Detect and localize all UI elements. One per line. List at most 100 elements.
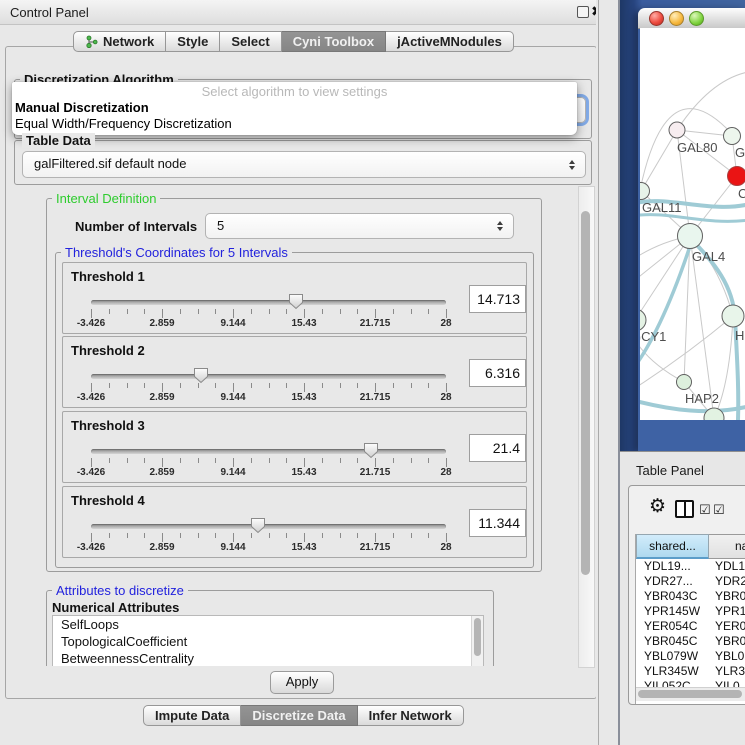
checkbox-icon[interactable]: ☑ (699, 502, 711, 518)
combo-arrows-icon (569, 160, 576, 170)
threshold-4-value-field[interactable] (469, 509, 526, 537)
list-scrollbar[interactable] (471, 616, 483, 666)
bottom-tabs: Impute Data Discretize Data Infer Networ… (143, 705, 464, 726)
table-row[interactable]: YPR145W YPR1 (636, 604, 745, 619)
float-window-icon[interactable] (577, 6, 589, 18)
node-gcy1[interactable] (640, 309, 646, 331)
tab-select[interactable]: Select (220, 31, 281, 52)
numerical-attributes-label: Numerical Attributes (52, 600, 179, 615)
slider-thumb[interactable] (250, 517, 266, 534)
threshold-1-panel: Threshold 1 -3.4262.8599.14415.4321.7152… (62, 262, 527, 334)
node-table: shared... na YDL19... YDL1 YDR27... YDR2 (635, 534, 745, 704)
threshold-1-slider[interactable]: -3.4262.8599.14415.4321.71528 (91, 263, 446, 333)
tab-network[interactable]: Network (73, 31, 166, 52)
table-row[interactable]: YER054C YER0 (636, 619, 745, 634)
table-scrollbar-thumb[interactable] (638, 690, 742, 698)
list-item[interactable]: TopologicalCoefficient (53, 633, 483, 650)
node-label-gcy1: GCY1 (640, 329, 666, 344)
threshold-2-slider[interactable]: -3.4262.8599.14415.4321.71528 (91, 337, 446, 407)
slider-tick-labels: -3.4262.8599.14415.4321.71528 (91, 542, 446, 554)
slider-thumb[interactable] (288, 293, 304, 310)
apply-button[interactable]: Apply (270, 671, 334, 694)
control-panel-tabs: Network Style Select Cyni Toolbox jActiv… (73, 31, 514, 52)
node-hap2[interactable] (677, 375, 692, 390)
settings-scrollbar-thumb[interactable] (581, 211, 590, 575)
tab-jactivemnodules[interactable]: jActiveMNodules (386, 31, 514, 52)
node-label-h: H (735, 328, 744, 343)
network-window-titlebar[interactable] (638, 8, 745, 29)
tab-discretize-data[interactable]: Discretize Data (241, 705, 357, 726)
slider-track[interactable] (91, 524, 446, 529)
slider-track[interactable] (91, 300, 446, 305)
table-row[interactable]: YDL19... YDL1 (636, 559, 745, 574)
tab-cyni-toolbox[interactable]: Cyni Toolbox (282, 31, 386, 52)
network-view-window[interactable]: GAL80 G C GAL11 GAL4 GCY1 H HAP2 (638, 8, 745, 451)
node-h[interactable] (722, 305, 744, 327)
column-header-name[interactable]: na (709, 534, 745, 559)
slider-thumb[interactable] (363, 442, 379, 459)
list-item[interactable]: SelfLoops (53, 616, 483, 633)
node-gal80[interactable] (669, 122, 685, 138)
number-of-intervals-combobox[interactable]: 5 (205, 213, 514, 239)
table-row[interactable]: YBR045C YBR0 (636, 634, 745, 649)
thresholds-group-label: Threshold's Coordinates for 5 Intervals (61, 245, 292, 260)
table-data-combobox[interactable]: galFiltered.sif default node (22, 151, 586, 178)
column-header-shared-name[interactable]: shared... (636, 534, 709, 559)
table-rows: YDL19... YDL1 YDR27... YDR2 YBR043C YBR0 (636, 559, 745, 694)
threshold-4-slider[interactable]: -3.4262.8599.14415.4321.71528 (91, 487, 446, 557)
threshold-3-slider[interactable]: -3.4262.8599.14415.4321.71528 (91, 412, 446, 482)
node-g[interactable] (724, 128, 741, 145)
table-panel-area: Table Panel ⚙ ☑ ☑ shared... na YDL19... … (620, 451, 745, 745)
table-row[interactable]: YBR043C YBR0 (636, 589, 745, 604)
threshold-1-value-field[interactable] (469, 285, 526, 313)
slider-track[interactable] (91, 449, 446, 454)
zoom-traffic-icon[interactable] (689, 11, 704, 26)
table-data-combobox-value: galFiltered.sif default node (34, 152, 186, 176)
popup-item-manual-discretization[interactable]: Manual Discretization (15, 100, 149, 115)
checkbox-icon[interactable]: ☑ (713, 502, 725, 518)
slider-thumb[interactable] (193, 367, 209, 384)
node-gal4[interactable] (678, 224, 703, 249)
table-horizontal-scrollbar[interactable] (636, 687, 745, 701)
threshold-3-value-field[interactable] (469, 434, 526, 462)
panel-divider[interactable] (596, 0, 620, 745)
table-row[interactable]: YLR345W YLR3 (636, 664, 745, 679)
attributes-group-label: Attributes to discretize (52, 583, 188, 598)
close-traffic-icon[interactable] (649, 11, 664, 26)
interval-definition-label: Interval Definition (52, 191, 160, 206)
popup-placeholder: Select algorithm to view settings (12, 84, 577, 99)
numerical-attributes-list[interactable]: SelfLoopsTopologicalCoefficientBetweenne… (52, 615, 484, 666)
table-panel-title: Table Panel (636, 463, 704, 478)
tab-infer-network[interactable]: Infer Network (358, 705, 464, 726)
number-of-intervals-label: Number of Intervals (75, 219, 197, 234)
columns-icon[interactable] (675, 500, 694, 518)
node-red-selected[interactable] (728, 167, 745, 186)
table-panel-box: ⚙ ☑ ☑ shared... na YDL19... YDL1 (628, 485, 745, 705)
table-row[interactable]: YBL079W YBL0 (636, 649, 745, 664)
tab-impute-data[interactable]: Impute Data (143, 705, 241, 726)
minimize-traffic-icon[interactable] (669, 11, 684, 26)
slider-tick-labels: -3.4262.8599.14415.4321.71528 (91, 392, 446, 404)
threshold-2-value-field[interactable] (469, 359, 526, 387)
number-of-intervals-value: 5 (217, 214, 224, 238)
slider-track[interactable] (91, 374, 446, 379)
gear-icon[interactable]: ⚙ (649, 495, 666, 518)
node-label-gal11: GAL11 (642, 200, 682, 215)
settings-scrollbar[interactable] (578, 186, 595, 668)
screen: Control Panel ✖ Network Style Select Cyn… (0, 0, 745, 745)
combo-arrows-icon (497, 221, 504, 231)
table-row[interactable]: YDR27... YDR2 (636, 574, 745, 589)
node-label-gal80: GAL80 (677, 140, 717, 155)
node-label-c: C (738, 186, 745, 201)
list-item[interactable]: BetweennessCentrality (53, 650, 483, 666)
threshold-3-panel: Threshold 3 -3.4262.8599.14415.4321.7152… (62, 411, 527, 483)
control-panel-titlebar: Control Panel ✖ (0, 0, 598, 25)
network-canvas[interactable]: GAL80 G C GAL11 GAL4 GCY1 H HAP2 (640, 28, 745, 420)
threshold-4-panel: Threshold 4 -3.4262.8599.14415.4321.7152… (62, 486, 527, 558)
popup-item-equal-width-frequency[interactable]: Equal Width/Frequency Discretization (15, 116, 232, 131)
divider-line (598, 0, 599, 745)
slider-tick-labels: -3.4262.8599.14415.4321.71528 (91, 318, 446, 330)
tab-style[interactable]: Style (166, 31, 220, 52)
table-header-row: shared... na (636, 534, 745, 559)
node-label-hap2: HAP2 (685, 391, 719, 406)
